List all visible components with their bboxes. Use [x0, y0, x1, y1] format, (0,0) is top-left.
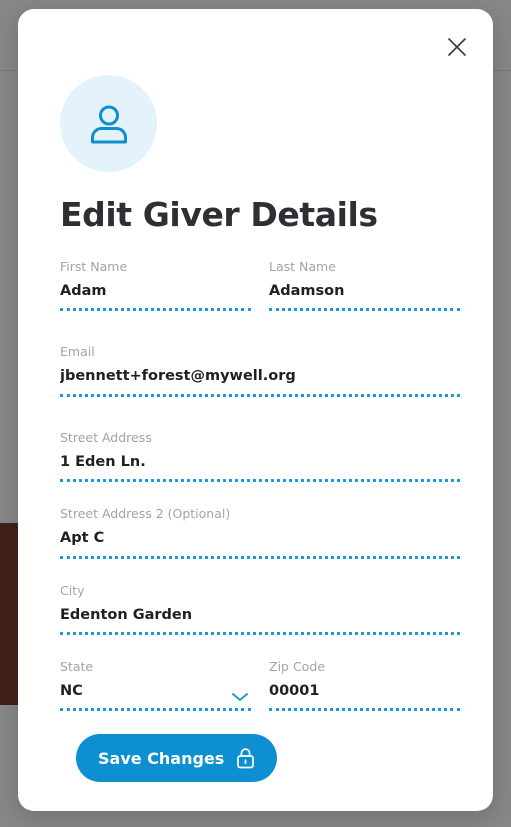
avatar: [60, 75, 157, 172]
field-value-zip-code: 00001: [269, 682, 320, 699]
field-label-zip-code: Zip Code: [269, 658, 325, 674]
chevron-down-icon[interactable]: [231, 691, 249, 703]
field-value-email: jbennett+forest@mywell.org: [60, 368, 296, 385]
field-label-email: Email: [60, 344, 95, 360]
field-value-state: NC: [60, 682, 83, 699]
lock-icon: [236, 747, 255, 769]
person-icon: [86, 101, 132, 147]
page-title: Edit Giver Details: [60, 195, 378, 234]
save-changes-button[interactable]: Save Changes: [76, 734, 278, 782]
input-street-address[interactable]: 1 Eden Ln.: [60, 453, 460, 483]
street-address-row: Street Address 1 Eden Ln.: [60, 429, 460, 483]
state-zip-row: State NC Zip Code 00001: [60, 658, 460, 712]
field-value-city: Edenton Garden: [60, 606, 193, 623]
select-state[interactable]: NC: [60, 682, 251, 712]
input-last-name[interactable]: Adamson: [269, 283, 460, 312]
field-value-street-address: 1 Eden Ln.: [60, 453, 146, 470]
field-label-first-name: First Name: [60, 259, 128, 274]
close-icon[interactable]: [441, 31, 473, 63]
field-label-last-name: Last Name: [269, 259, 336, 274]
field-label-city: City: [60, 582, 85, 598]
field-value-street-address-2: Apt C: [60, 530, 105, 547]
field-state: State NC: [60, 658, 251, 712]
screen: •••• / 2 Edit Giver Details: [0, 0, 511, 827]
field-zip-code: Zip Code 00001: [269, 658, 460, 712]
email-row: Email jbennett+forest@mywell.org: [60, 344, 460, 397]
field-value-first-name: Adam: [60, 283, 107, 299]
field-label-street-address: Street Address: [60, 429, 152, 445]
input-street-address-2[interactable]: Apt C: [60, 530, 460, 559]
street-address-2-row: Street Address 2 (Optional) Apt C: [60, 506, 460, 559]
field-street-address: Street Address 1 Eden Ln.: [60, 429, 460, 483]
field-street-address-2: Street Address 2 (Optional) Apt C: [60, 506, 460, 559]
edit-giver-modal: Edit Giver Details First Name Adam Last …: [18, 9, 493, 811]
field-first-name: First Name Adam: [60, 259, 251, 312]
name-row: First Name Adam Last Name Adamson: [60, 259, 460, 312]
giver-form: First Name Adam Last Name Adamson Email: [60, 259, 460, 722]
field-city: City Edenton Garden: [60, 583, 460, 635]
field-label-state: State: [60, 658, 94, 674]
field-value-last-name: Adamson: [269, 283, 345, 299]
city-row: City Edenton Garden: [60, 583, 460, 635]
field-email: Email jbennett+forest@mywell.org: [60, 344, 460, 397]
save-changes-label: Save Changes: [98, 748, 225, 768]
input-email[interactable]: jbennett+forest@mywell.org: [60, 368, 460, 397]
input-city[interactable]: Edenton Garden: [60, 607, 460, 635]
input-first-name[interactable]: Adam: [60, 283, 251, 312]
field-last-name: Last Name Adamson: [269, 259, 460, 312]
field-label-street-address-2: Street Address 2 (Optional): [60, 506, 231, 522]
input-zip-code[interactable]: 00001: [269, 682, 460, 712]
